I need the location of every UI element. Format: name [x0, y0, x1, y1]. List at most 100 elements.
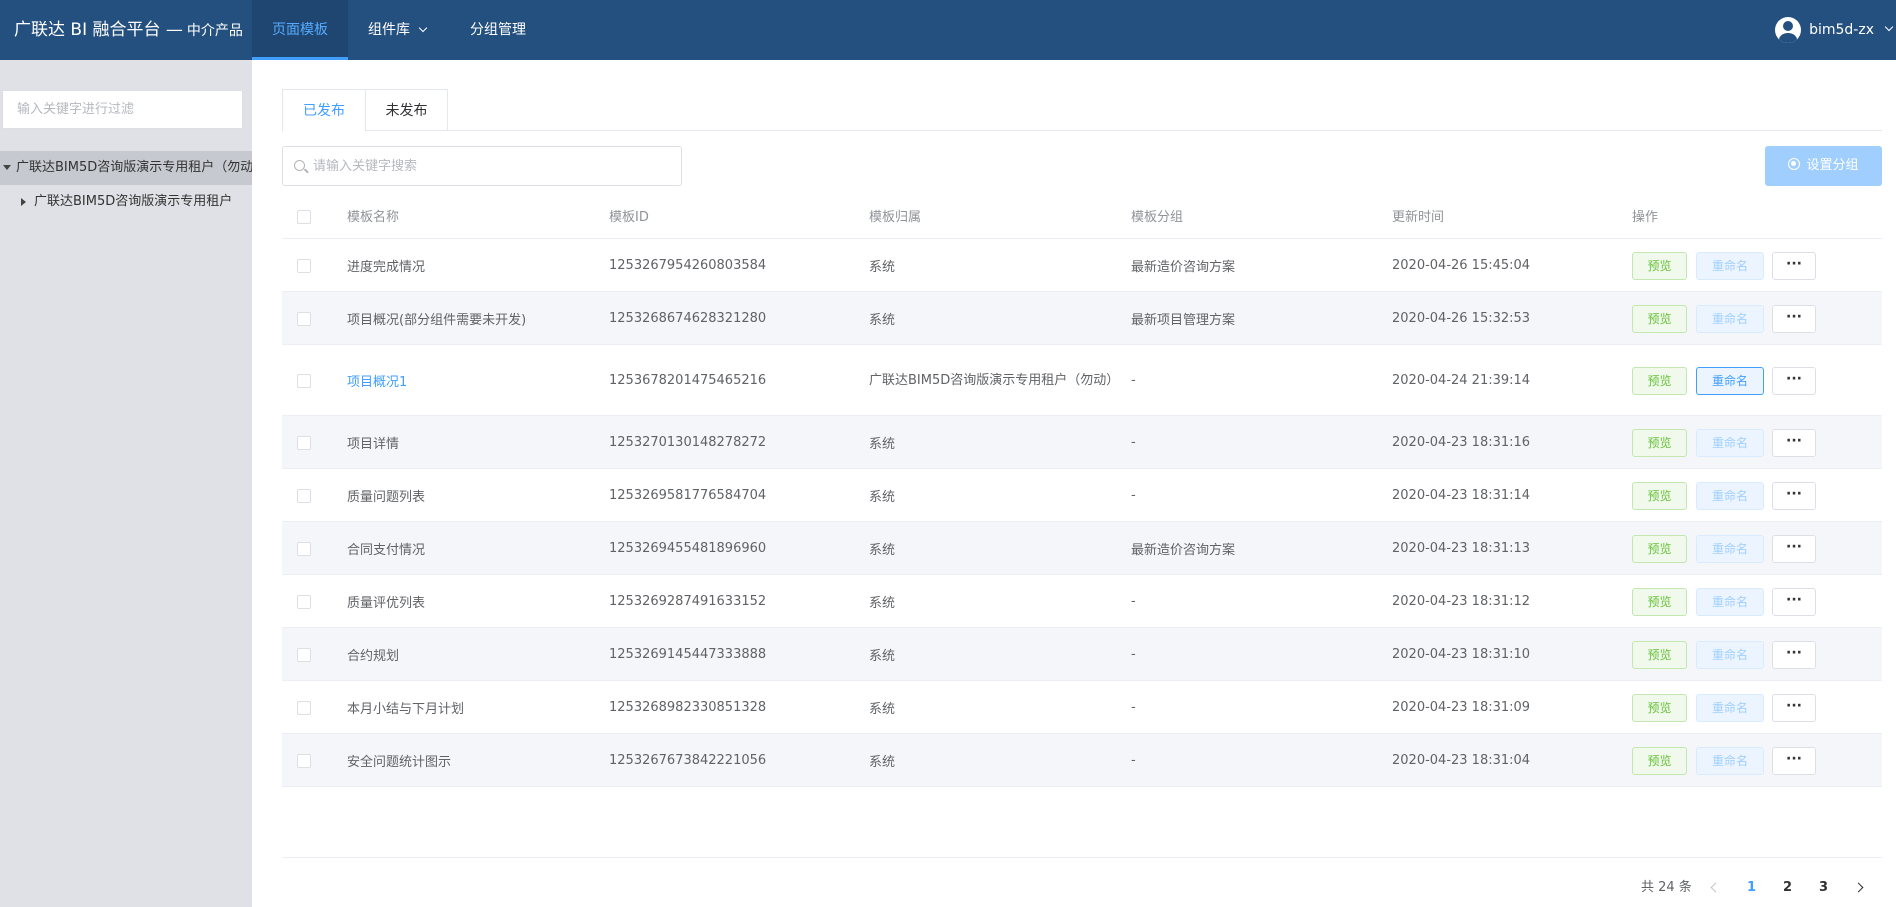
- select-all-checkbox[interactable]: [297, 210, 311, 224]
- row-checkbox[interactable]: [297, 488, 311, 503]
- table-row: 质量评优列表 1253269287491633152 系统 - 2020-04-23 1…: [282, 575, 1882, 628]
- pagination-page-1[interactable]: 1: [1747, 877, 1756, 899]
- row-checkbox[interactable]: [297, 753, 311, 768]
- nav-group-management[interactable]: 分组管理: [470, 0, 526, 60]
- template-owner: 系统: [869, 755, 896, 770]
- pagination-prev-icon[interactable]: [1712, 877, 1719, 899]
- preview-button[interactable]: 预览: [1632, 366, 1687, 395]
- table-header: 模板名称 模板ID 模板归属 模板分组 更新时间 操作: [282, 196, 1882, 239]
- template-owner: 系统: [869, 596, 896, 611]
- template-name: 项目详情: [347, 437, 400, 452]
- column-header-id: 模板ID: [609, 210, 649, 225]
- rename-button[interactable]: 重命名: [1696, 534, 1764, 563]
- preview-button[interactable]: 预览: [1632, 534, 1687, 563]
- more-actions-button[interactable]: ···: [1772, 746, 1816, 775]
- pagination-page-2[interactable]: 2: [1783, 877, 1792, 899]
- table-row: 进度完成情况 1253267954260803584 系统 最新造价咨询方案 2020-…: [282, 239, 1882, 292]
- preview-button[interactable]: 预览: [1632, 251, 1687, 280]
- row-checkbox[interactable]: [297, 541, 311, 556]
- updated-time: 2020-04-24 21:39:14: [1392, 373, 1531, 388]
- brand-name: 广联达 BI 融合平台 —: [14, 20, 183, 40]
- user-avatar-icon: [1775, 17, 1802, 43]
- column-header-owner: 模板归属: [869, 210, 922, 225]
- template-id: 1253269287491633152: [609, 594, 767, 609]
- template-group: -: [1131, 753, 1136, 768]
- template-name: 项目概况(部分组件需要未开发): [347, 313, 527, 328]
- template-group: 最新造价咨询方案: [1131, 260, 1236, 275]
- rename-button[interactable]: 重命名: [1696, 304, 1764, 333]
- row-checkbox[interactable]: [297, 258, 311, 273]
- more-actions-button[interactable]: ···: [1772, 640, 1816, 669]
- brand-title: 广联达 BI 融合平台 — 中介产品: [14, 0, 243, 60]
- preview-button[interactable]: 预览: [1632, 746, 1687, 775]
- template-name[interactable]: 项目概况1: [347, 345, 407, 416]
- template-name: 合约规划: [347, 649, 400, 664]
- tab-unpublished[interactable]: 未发布: [365, 89, 448, 131]
- more-actions-button[interactable]: ···: [1772, 481, 1816, 510]
- caret-right-icon: [21, 198, 26, 206]
- search-input[interactable]: [313, 147, 673, 185]
- tree-node-tenant-root[interactable]: 广联达BIM5D咨询版演示专用租户（勿动）: [0, 151, 252, 185]
- updated-time: 2020-04-23 18:31:16: [1392, 435, 1531, 450]
- caret-down-icon: [3, 165, 11, 170]
- preview-button[interactable]: 预览: [1632, 428, 1687, 457]
- nav-group-management-label: 分组管理: [470, 22, 526, 38]
- template-group: -: [1131, 373, 1136, 388]
- pagination-page-3[interactable]: 3: [1819, 877, 1828, 899]
- template-name: 质量评优列表: [347, 596, 426, 611]
- preview-button[interactable]: 预览: [1632, 587, 1687, 616]
- preview-button[interactable]: 预览: [1632, 693, 1687, 722]
- rename-button[interactable]: 重命名: [1696, 251, 1764, 280]
- pagination-total: 共 24 条: [1641, 880, 1692, 895]
- rename-button[interactable]: 重命名: [1696, 640, 1764, 669]
- publish-tabs: 已发布 未发布: [282, 89, 1882, 132]
- tree-node-tenant-child[interactable]: 广联达BIM5D咨询版演示专用租户: [0, 185, 252, 219]
- rename-button[interactable]: 重命名: [1696, 693, 1764, 722]
- column-header-group: 模板分组: [1131, 210, 1184, 225]
- rename-button[interactable]: 重命名: [1696, 428, 1764, 457]
- target-icon: [1788, 158, 1801, 170]
- more-actions-button[interactable]: ···: [1772, 366, 1816, 395]
- more-actions-button[interactable]: ···: [1772, 304, 1816, 333]
- table-row: 项目概况1 1253678201475465216 广联达BIM5D咨询版演示专用租…: [282, 345, 1882, 416]
- more-actions-button[interactable]: ···: [1772, 251, 1816, 280]
- row-checkbox[interactable]: [297, 647, 311, 662]
- template-group: -: [1131, 488, 1136, 503]
- row-checkbox[interactable]: [297, 435, 311, 450]
- template-name: 合同支付情况: [347, 543, 426, 558]
- preview-button[interactable]: 预览: [1632, 304, 1687, 333]
- template-owner: 系统: [869, 649, 896, 664]
- row-checkbox[interactable]: [297, 373, 311, 388]
- user-menu[interactable]: bim5d-zx: [1775, 0, 1896, 60]
- rename-button[interactable]: 重命名: [1696, 587, 1764, 616]
- nav-page-templates[interactable]: 页面模板: [252, 0, 348, 60]
- updated-time: 2020-04-23 18:31:13: [1392, 541, 1531, 556]
- template-group: -: [1131, 594, 1136, 609]
- rename-button[interactable]: 重命名: [1696, 481, 1764, 510]
- updated-time: 2020-04-23 18:31:04: [1392, 753, 1531, 768]
- pagination-next-icon[interactable]: [1855, 877, 1862, 899]
- more-actions-button[interactable]: ···: [1772, 428, 1816, 457]
- row-checkbox[interactable]: [297, 700, 311, 715]
- row-checkbox[interactable]: [297, 311, 311, 326]
- tree-filter-input[interactable]: [2, 90, 243, 129]
- table-row: 安全问题统计图示 1253267673842221056 系统 - 2020-04-23…: [282, 734, 1882, 787]
- nav-component-library[interactable]: 组件库: [368, 0, 428, 60]
- table-row: 合约规划 1253269145447333888 系统 - 2020-04-23 18:…: [282, 628, 1882, 681]
- tree-node-label: 广联达BIM5D咨询版演示专用租户: [34, 194, 233, 209]
- updated-time: 2020-04-23 18:31:09: [1392, 700, 1531, 715]
- more-actions-button[interactable]: ···: [1772, 693, 1816, 722]
- tab-published[interactable]: 已发布: [282, 89, 366, 132]
- set-group-button[interactable]: 设置分组: [1765, 146, 1882, 186]
- template-id: 1253269581776584704: [609, 488, 767, 503]
- table-row: 项目概况(部分组件需要未开发) 1253268674628321280 系统 最新项目…: [282, 292, 1882, 345]
- row-checkbox[interactable]: [297, 594, 311, 609]
- preview-button[interactable]: 预览: [1632, 481, 1687, 510]
- rename-button[interactable]: 重命名: [1696, 746, 1764, 775]
- rename-button[interactable]: 重命名: [1696, 366, 1764, 395]
- preview-button[interactable]: 预览: [1632, 640, 1687, 669]
- more-actions-button[interactable]: ···: [1772, 587, 1816, 616]
- more-actions-button[interactable]: ···: [1772, 534, 1816, 563]
- column-header-time: 更新时间: [1392, 210, 1445, 225]
- divider: [282, 857, 1882, 858]
